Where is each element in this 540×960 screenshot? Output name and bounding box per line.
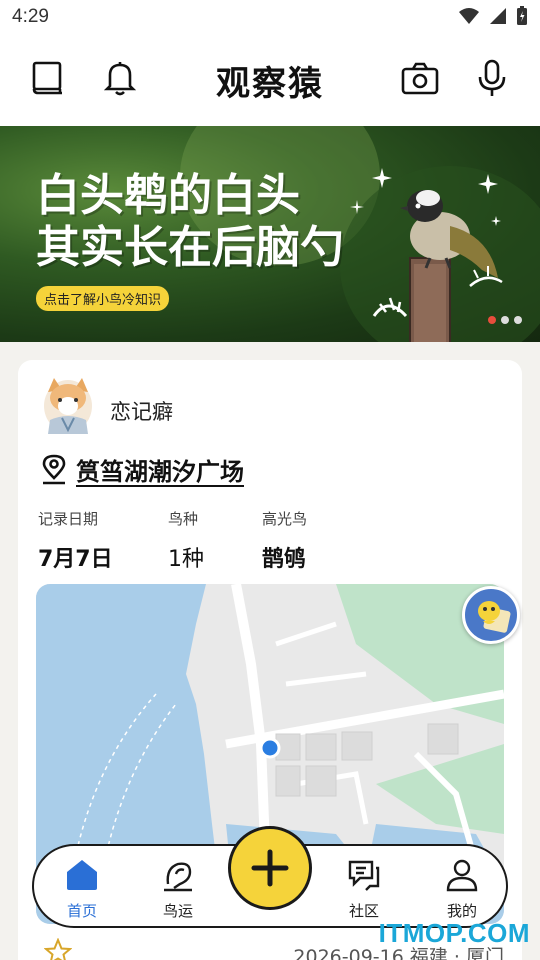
stat-value: 1种: [168, 547, 204, 572]
add-record-button[interactable]: [228, 826, 312, 910]
app-header: 观察猿: [0, 36, 540, 126]
battery-icon: [517, 6, 527, 25]
nav-home[interactable]: 首页: [50, 858, 114, 921]
stat-date: 记录日期 7月7日: [38, 508, 113, 573]
home-icon: [67, 860, 97, 890]
banner-title: 白头鹎的白头 其实长在后脑勺: [36, 170, 344, 273]
avatar[interactable]: [40, 376, 96, 436]
voice-button[interactable]: [470, 56, 514, 100]
location-pin-icon: [42, 454, 66, 484]
microphone-icon: [478, 59, 506, 96]
watermark: ITMOP.COM: [378, 918, 530, 948]
stat-value: 7月7日: [38, 547, 113, 572]
banner-dot-active: [488, 316, 496, 324]
app-title: 观察猿: [216, 64, 324, 104]
bird-luck-icon: [164, 862, 192, 892]
username[interactable]: 恋记癖: [110, 396, 173, 426]
plus-icon: [251, 849, 289, 887]
wifi-icon: [459, 8, 479, 24]
status-time: 4:29: [12, 6, 49, 27]
mascot-icon: [478, 601, 511, 633]
banner-pagination: [488, 316, 522, 324]
sparkle-icon: [350, 200, 364, 214]
map-mascot-button[interactable]: [462, 586, 520, 644]
stat-label: 高光鸟: [262, 510, 308, 528]
stat-highlight-bird: 高光鸟 鹊鸲: [262, 508, 307, 573]
status-icons: [458, 6, 528, 26]
status-bar: 4:29: [0, 0, 540, 36]
stat-species: 鸟种 1种: [168, 508, 204, 573]
nav-label: 首页: [66, 902, 97, 920]
nav-label: 鸟运: [162, 902, 193, 920]
nav-profile[interactable]: 我的: [430, 858, 494, 921]
location-name[interactable]: 筼筜湖潮汐广场: [76, 452, 244, 487]
banner-dot: [501, 316, 509, 324]
star-icon[interactable]: [43, 937, 73, 960]
profile-icon: [446, 859, 478, 892]
community-icon: [348, 860, 380, 891]
signal-icon: [490, 8, 506, 24]
nav-community[interactable]: 社区: [332, 858, 396, 921]
nav-bird-luck[interactable]: 鸟运: [146, 858, 210, 921]
stat-label: 鸟种: [168, 510, 199, 528]
banner-tag[interactable]: 点击了解小鸟冷知识: [36, 286, 170, 311]
camera-button[interactable]: [398, 56, 442, 100]
stat-value: 鹊鸲: [262, 547, 307, 572]
banner-dot: [514, 316, 522, 324]
location-row[interactable]: 筼筜湖潮汐广场: [40, 452, 244, 487]
stat-label: 记录日期: [38, 510, 99, 528]
promo-banner[interactable]: 白头鹎的白头 其实长在后脑勺 点击了解小鸟冷知识: [0, 126, 540, 342]
camera-icon: [401, 62, 439, 95]
